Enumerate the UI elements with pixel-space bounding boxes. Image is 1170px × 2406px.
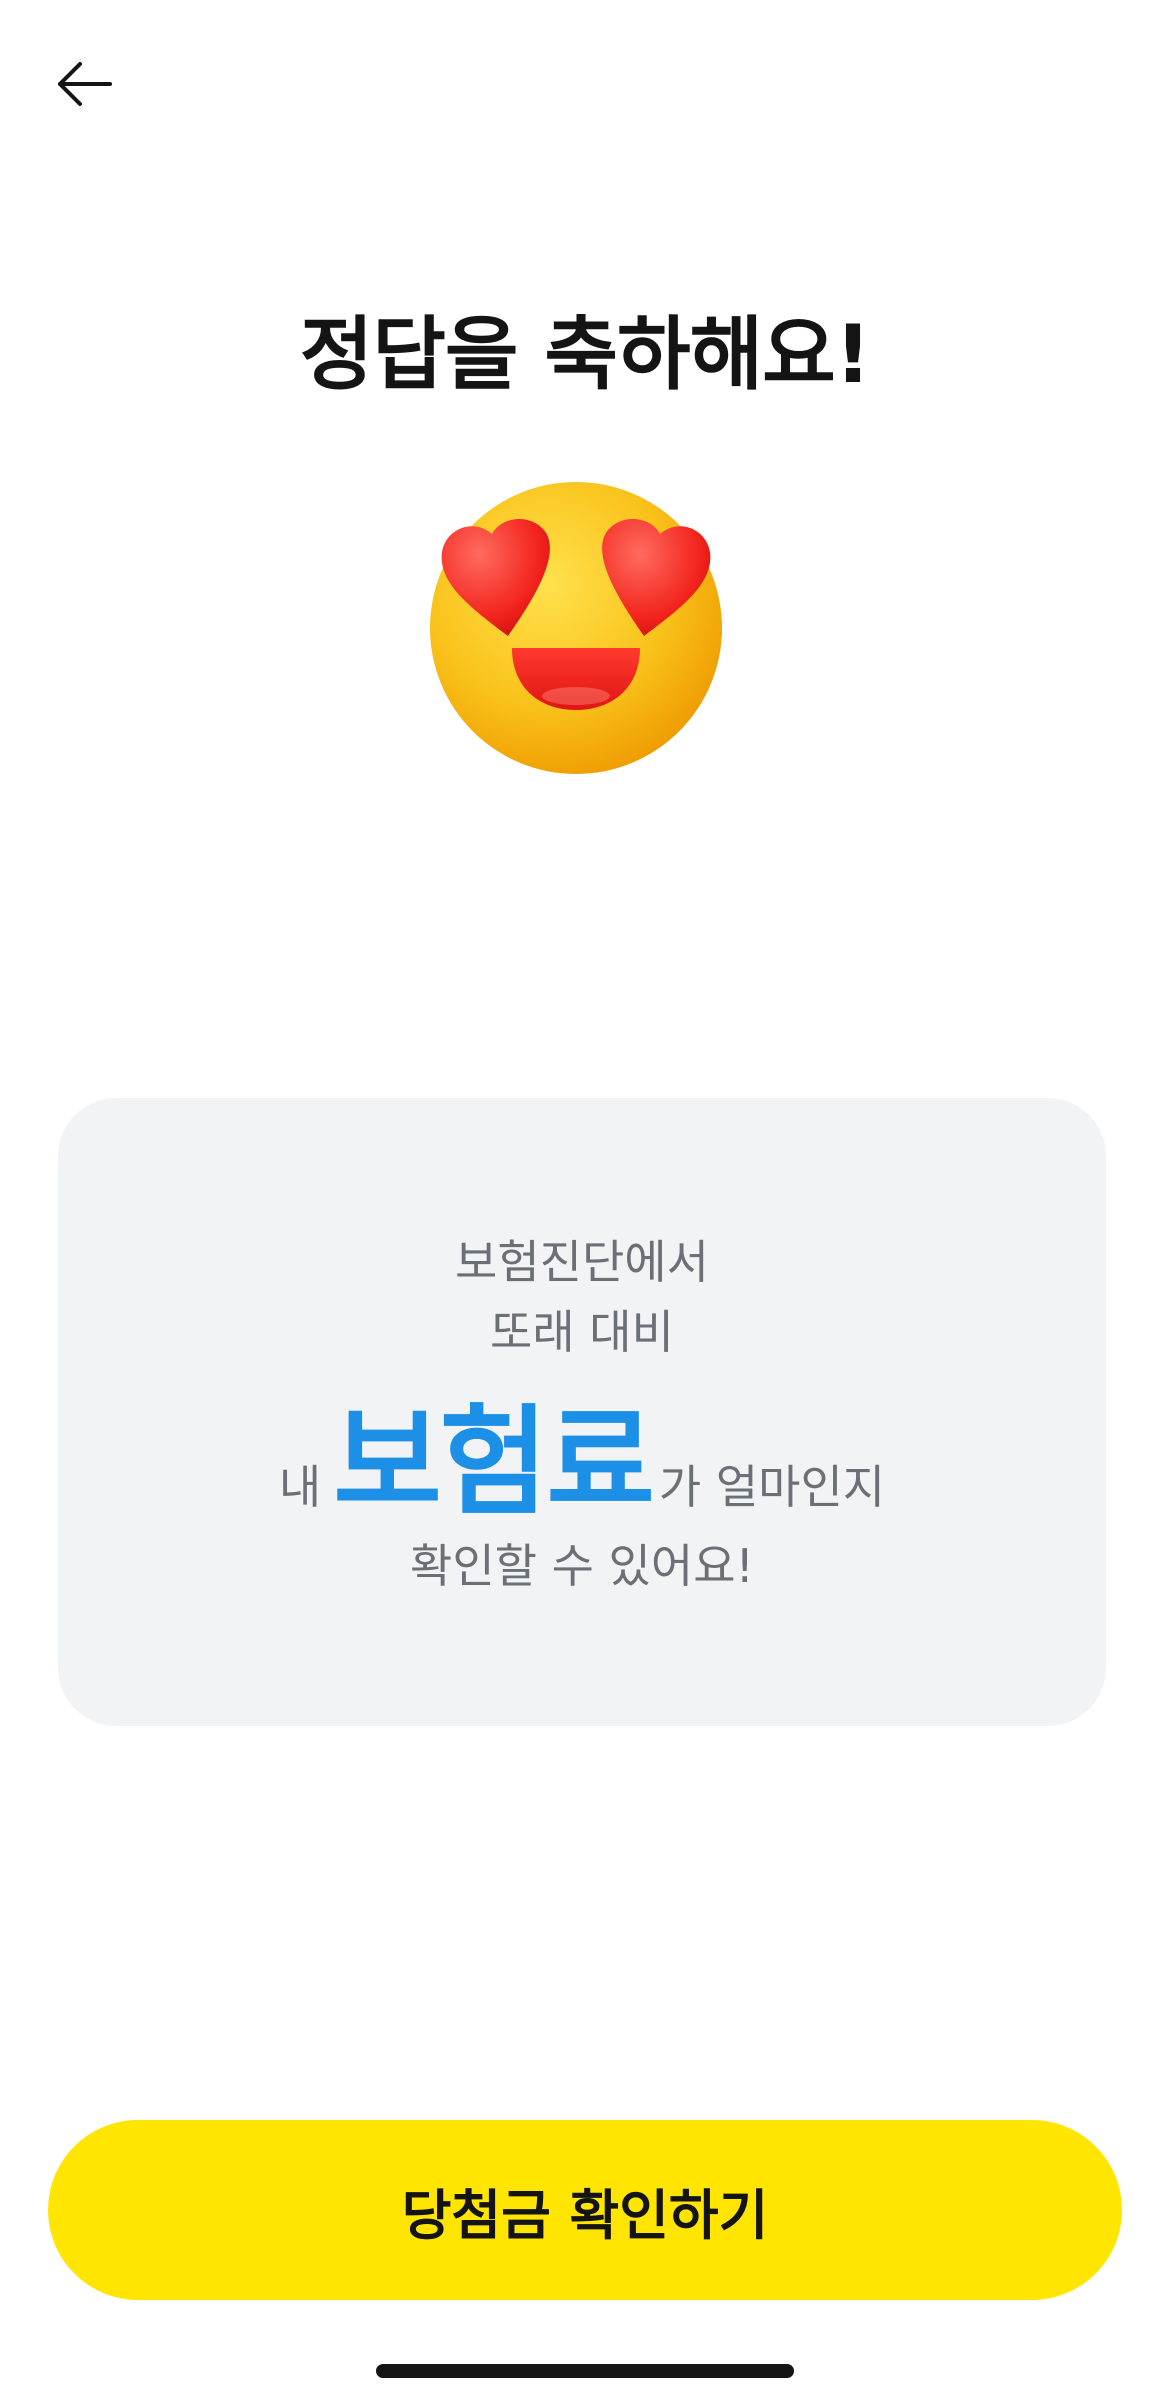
card-line-2: 또래 대비 bbox=[490, 1305, 674, 1359]
check-prize-button[interactable]: 당첨금 확인하기 bbox=[48, 2120, 1122, 2300]
arrow-left-icon bbox=[58, 62, 112, 106]
home-indicator[interactable] bbox=[376, 2364, 794, 2378]
page-title: 정답을 축하해요! bbox=[299, 308, 872, 401]
card-line-3-prefix: 내 bbox=[278, 1460, 322, 1514]
insurance-premium-highlight: 보험료 bbox=[333, 1393, 655, 1531]
back-button[interactable] bbox=[40, 40, 128, 128]
heart-eyes-emoji-icon bbox=[430, 482, 722, 774]
card-line-3: 내 보험료 가 얼마인지 bbox=[58, 1366, 1106, 1537]
card-line-4: 확인할 수 있어요! bbox=[410, 1539, 754, 1593]
info-card: 보험진단에서 또래 대비 내 보험료 가 얼마인지 확인할 수 있어요! bbox=[58, 1098, 1106, 1726]
card-line-3-suffix: 가 얼마인지 bbox=[658, 1460, 886, 1514]
card-line-1: 보험진단에서 bbox=[455, 1235, 709, 1289]
